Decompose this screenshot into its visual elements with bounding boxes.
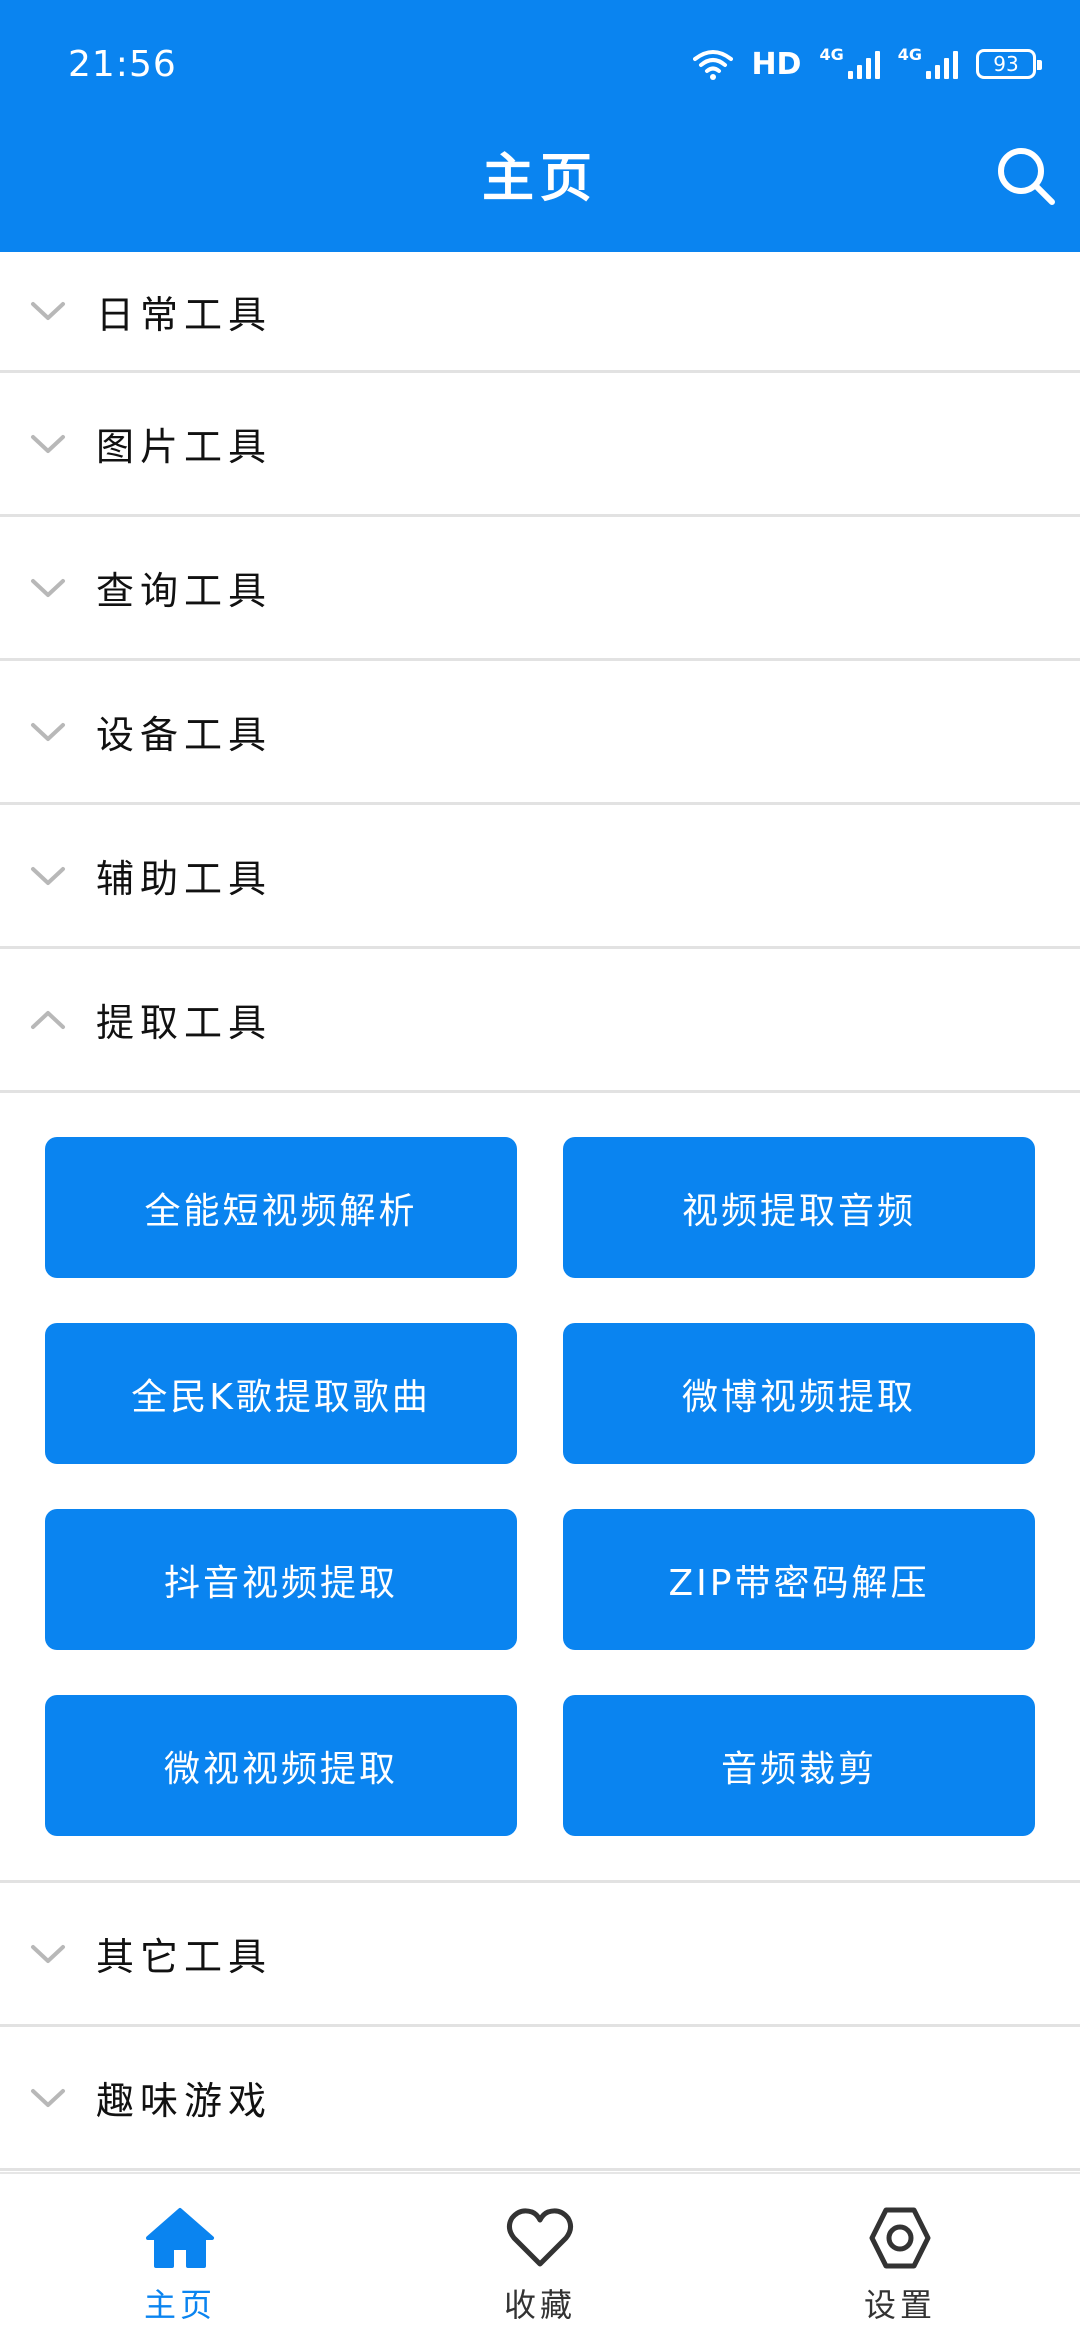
- bottom-navigation: 主页 收藏 设置: [0, 2172, 1080, 2340]
- category-assist-tools[interactable]: 辅助工具: [0, 805, 1080, 949]
- hd-label: HD: [751, 46, 802, 82]
- category-label: 趣味游戏: [96, 2079, 273, 2123]
- category-label: 设备工具: [96, 713, 273, 757]
- category-fun-games[interactable]: 趣味游戏: [0, 2027, 1080, 2171]
- chevron-up-icon: [30, 1002, 66, 1038]
- category-label: 日常工具: [96, 292, 273, 337]
- category-image-tools[interactable]: 图片工具: [0, 373, 1080, 517]
- category-daily-tools[interactable]: 日常工具: [0, 252, 1080, 373]
- battery-icon: 93: [976, 49, 1042, 79]
- signal-1-icon: [847, 49, 880, 79]
- category-query-tools[interactable]: 查询工具: [0, 517, 1080, 661]
- status-icons: HD 4G 4G 93: [693, 44, 1042, 84]
- app-bar: 21:56 HD 4G 4G 93 主页: [0, 0, 1080, 252]
- nav-home[interactable]: 主页: [0, 2174, 360, 2340]
- category-extract-tools[interactable]: 提取工具: [0, 949, 1080, 1093]
- tool-category-list: 日常工具 图片工具 查询工具 设备工具 辅助工具 提取工具 全能短视频解析 视频…: [0, 252, 1080, 2171]
- network-type-1: 4G: [819, 44, 844, 64]
- category-label: 辅助工具: [96, 857, 273, 901]
- chevron-down-icon: [30, 2080, 66, 2116]
- extract-tools-grid: 全能短视频解析 视频提取音频 全民K歌提取歌曲 微博视频提取 抖音视频提取 ZI…: [0, 1093, 1080, 1883]
- home-icon: [144, 2202, 216, 2274]
- category-label: 查询工具: [96, 569, 273, 613]
- tool-short-video-parse-button[interactable]: 全能短视频解析: [45, 1137, 517, 1278]
- tool-video-extract-audio-button[interactable]: 视频提取音频: [563, 1137, 1035, 1278]
- network-type-2: 4G: [897, 44, 922, 64]
- status-time: 21:56: [68, 44, 177, 85]
- tool-audio-trim-button[interactable]: 音频裁剪: [563, 1695, 1035, 1836]
- category-label: 提取工具: [96, 1001, 273, 1045]
- heart-icon: [504, 2202, 576, 2274]
- search-icon: [998, 148, 1055, 205]
- nav-label: 主页: [143, 2286, 216, 2324]
- nav-settings[interactable]: 设置: [720, 2174, 1080, 2340]
- chevron-down-icon: [30, 426, 66, 462]
- category-label: 图片工具: [96, 425, 273, 469]
- status-bar: 21:56 HD 4G 4G 93: [0, 0, 1080, 130]
- chevron-down-icon: [30, 293, 66, 329]
- category-other-tools[interactable]: 其它工具: [0, 1883, 1080, 2027]
- chevron-down-icon: [30, 1936, 66, 1972]
- page-title: 主页: [481, 149, 598, 209]
- tool-kge-extract-song-button[interactable]: 全民K歌提取歌曲: [45, 1323, 517, 1464]
- tool-weibo-video-extract-button[interactable]: 微博视频提取: [563, 1323, 1035, 1464]
- signal-2-icon: [926, 49, 958, 79]
- chevron-down-icon: [30, 570, 66, 606]
- chevron-down-icon: [30, 858, 66, 894]
- search-button[interactable]: [990, 140, 1062, 212]
- tool-douyin-video-extract-button[interactable]: 抖音视频提取: [45, 1509, 517, 1650]
- chevron-down-icon: [30, 714, 66, 750]
- nav-label: 收藏: [503, 2286, 576, 2324]
- tool-zip-password-unzip-button[interactable]: ZIP带密码解压: [563, 1509, 1035, 1650]
- category-label: 其它工具: [96, 1935, 273, 1979]
- wifi-icon: [693, 50, 734, 80]
- battery-level: 93: [993, 52, 1019, 76]
- nav-favorites[interactable]: 收藏: [360, 2174, 720, 2340]
- tool-weishi-video-extract-button[interactable]: 微视视频提取: [45, 1695, 517, 1836]
- category-device-tools[interactable]: 设备工具: [0, 661, 1080, 805]
- settings-icon: [864, 2202, 936, 2274]
- nav-label: 设置: [863, 2286, 936, 2324]
